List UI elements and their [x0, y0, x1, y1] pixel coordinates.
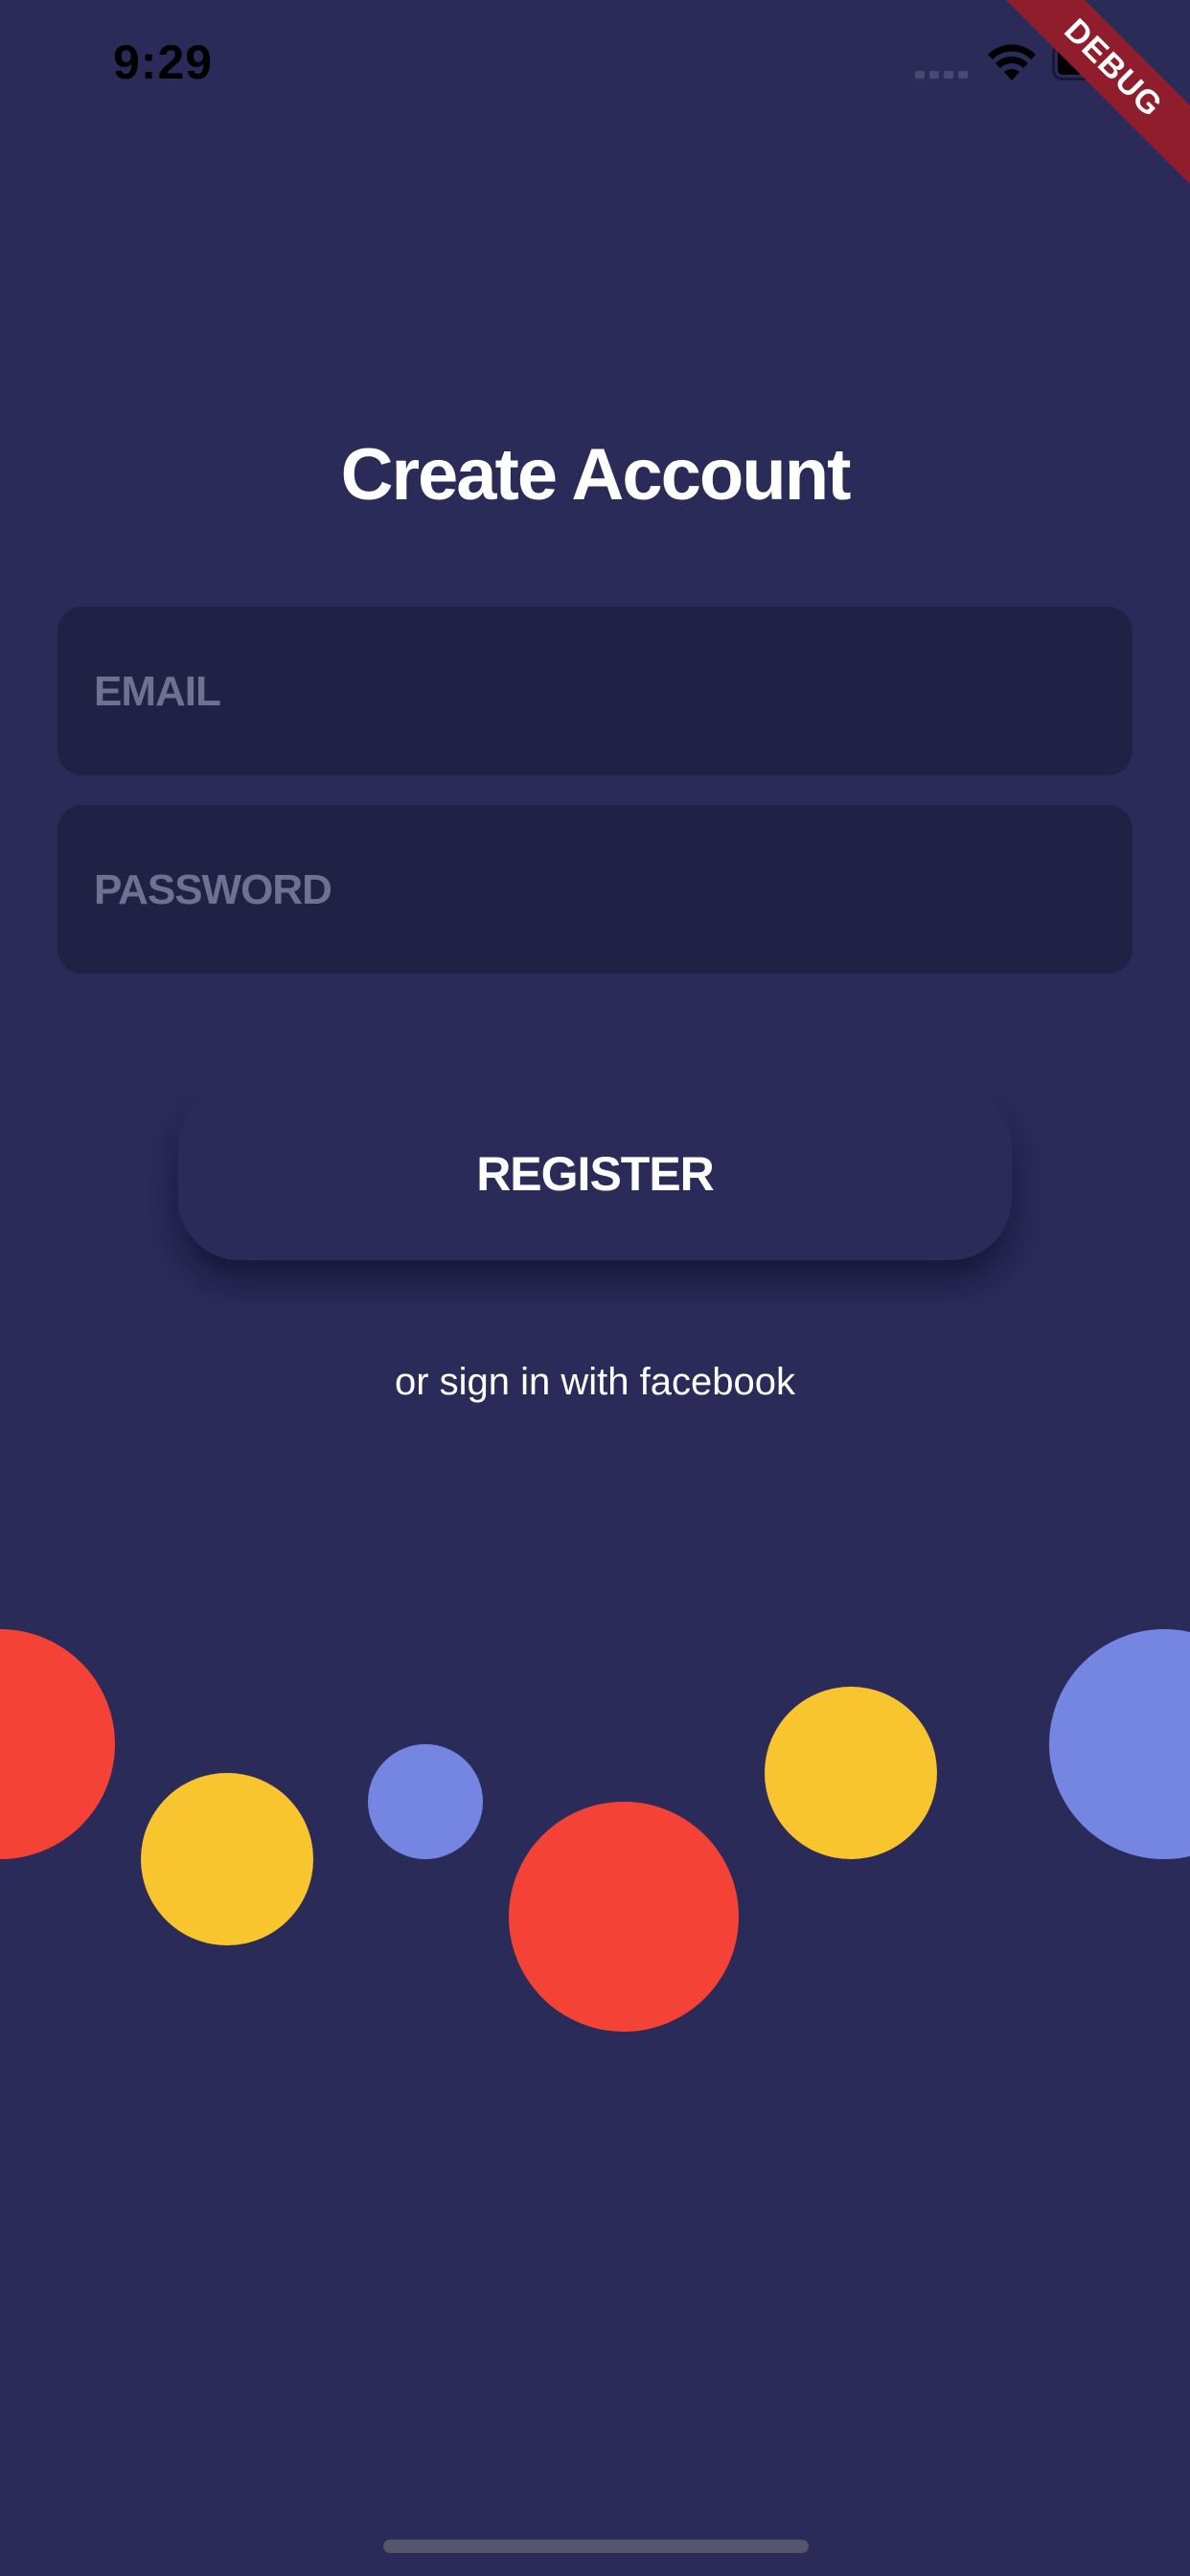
create-account-screen: 9:29 DEBUG Create Account REGISTER or si…: [0, 0, 1190, 2576]
email-field-container: [57, 607, 1136, 777]
home-indicator[interactable]: [383, 2540, 809, 2553]
signal-icon: [915, 71, 968, 79]
debug-ribbon-label: DEBUG: [998, 0, 1190, 190]
decorative-circle-red: [0, 1629, 115, 1859]
page-title: Create Account: [340, 434, 852, 516]
status-time: 9:29: [113, 35, 214, 89]
password-field-container: [57, 805, 1136, 976]
facebook-sign-in-link[interactable]: or sign in with facebook: [0, 1361, 1190, 1404]
email-field[interactable]: [92, 607, 1136, 777]
decorative-circle-blue: [368, 1744, 483, 1859]
decorative-circle-yellow: [765, 1687, 937, 1859]
decorative-circle-red: [509, 1802, 739, 2032]
register-button[interactable]: REGISTER: [178, 1088, 1012, 1260]
decorative-circle-yellow: [141, 1773, 313, 1945]
debug-banner: DEBUG: [998, 0, 1190, 192]
decorative-circle-blue: [1049, 1629, 1190, 1859]
password-field[interactable]: [92, 805, 1136, 976]
